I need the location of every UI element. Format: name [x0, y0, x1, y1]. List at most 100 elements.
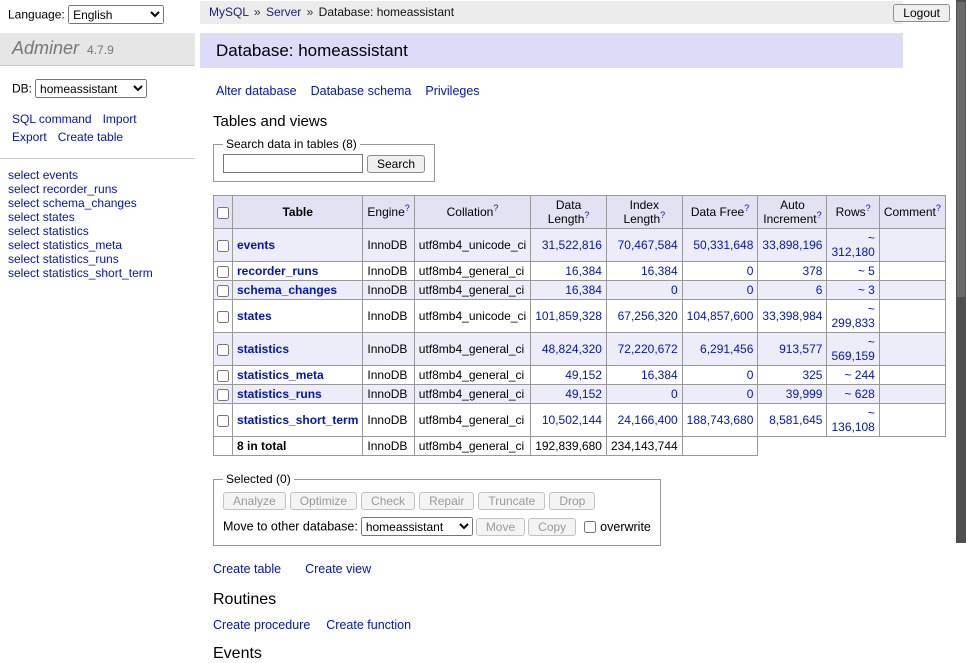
index-length-link[interactable]: 16,384 — [641, 264, 678, 278]
auto-increment-link[interactable]: 33,898,196 — [762, 238, 822, 252]
create-link[interactable]: Create view — [305, 562, 371, 576]
analyze-button[interactable]: Analyze — [223, 492, 286, 510]
copy-button[interactable]: Copy — [528, 518, 576, 536]
data-free-link[interactable]: 188,743,680 — [687, 413, 754, 427]
data-free-link[interactable]: 6,291,456 — [700, 342, 753, 356]
index-length-link[interactable]: 16,384 — [641, 368, 678, 382]
auto-increment-link[interactable]: 33,398,984 — [762, 309, 822, 323]
table-name-link[interactable]: statistics — [237, 342, 289, 356]
table-name-link[interactable]: events — [237, 238, 275, 252]
index-length-link[interactable]: 0 — [671, 283, 678, 297]
help-link[interactable]: ? — [405, 203, 410, 213]
truncate-button[interactable]: Truncate — [478, 492, 545, 510]
db-action-link[interactable]: Alter database — [216, 84, 297, 98]
create-link[interactable]: Create table — [213, 562, 281, 576]
auto-increment-link[interactable]: 6 — [816, 283, 823, 297]
db-action-link[interactable]: Privileges — [425, 84, 479, 98]
rows-link[interactable]: ~ 569,159 — [831, 335, 874, 363]
rows-link[interactable]: ~ 5 — [858, 264, 875, 278]
select-table-link[interactable]: select — [8, 266, 39, 280]
index-length-link[interactable]: 70,467,584 — [618, 238, 678, 252]
routine-link[interactable]: Create procedure — [213, 618, 310, 632]
help-link[interactable]: ? — [493, 203, 498, 213]
search-button[interactable]: Search — [367, 155, 425, 173]
adminer-logo-link[interactable]: Adminer — [12, 38, 79, 58]
routine-link[interactable]: Create function — [326, 618, 411, 632]
auto-increment-link[interactable]: 378 — [802, 264, 822, 278]
data-free-link[interactable]: 104,857,600 — [687, 309, 754, 323]
rows-link[interactable]: ~ 299,833 — [831, 302, 874, 330]
move-button[interactable]: Move — [476, 518, 525, 536]
table-structure-link[interactable]: states — [43, 210, 75, 224]
select-table-link[interactable]: select — [8, 210, 39, 224]
index-length-link[interactable]: 72,220,672 — [618, 342, 678, 356]
data-length-link[interactable]: 48,824,320 — [542, 342, 602, 356]
table-name-link[interactable]: statistics_short_term — [237, 413, 358, 427]
help-link[interactable]: ? — [817, 210, 822, 220]
auto-increment-link[interactable]: 39,999 — [786, 387, 823, 401]
breadcrumb-mysql-link[interactable]: MySQL — [209, 5, 249, 19]
help-link[interactable]: ? — [866, 203, 871, 213]
drop-button[interactable]: Drop — [549, 492, 595, 510]
rows-link[interactable]: ~ 312,180 — [831, 231, 874, 259]
rows-link[interactable]: ~ 136,108 — [831, 406, 874, 434]
table-structure-link[interactable]: schema_changes — [43, 196, 137, 210]
row-checkbox[interactable] — [217, 415, 229, 427]
rows-link[interactable]: ~ 244 — [844, 368, 874, 382]
row-checkbox[interactable] — [217, 311, 229, 323]
data-length-link[interactable]: 101,859,328 — [535, 309, 602, 323]
help-link[interactable]: ? — [660, 210, 665, 220]
repair-button[interactable]: Repair — [419, 492, 474, 510]
index-length-link[interactable]: 67,256,320 — [618, 309, 678, 323]
data-length-link[interactable]: 16,384 — [565, 283, 602, 297]
data-length-link[interactable]: 31,522,816 — [542, 238, 602, 252]
row-checkbox[interactable] — [217, 370, 229, 382]
table-structure-link[interactable]: events — [43, 168, 78, 182]
rows-link[interactable]: ~ 628 — [844, 387, 874, 401]
data-free-link[interactable]: 0 — [747, 264, 754, 278]
select-table-link[interactable]: select — [8, 252, 39, 266]
select-table-link[interactable]: select — [8, 168, 39, 182]
table-structure-link[interactable]: statistics_short_term — [43, 266, 153, 280]
move-db-select[interactable]: homeassistant — [361, 517, 473, 536]
db-action-link[interactable]: Database schema — [311, 84, 412, 98]
help-link[interactable]: ? — [584, 210, 589, 220]
table-structure-link[interactable]: statistics — [43, 224, 89, 238]
data-length-link[interactable]: 49,152 — [565, 368, 602, 382]
data-length-link[interactable]: 16,384 — [565, 264, 602, 278]
sql-command-link[interactable]: SQL command — [12, 112, 92, 126]
auto-increment-link[interactable]: 913,577 — [779, 342, 822, 356]
select-table-link[interactable]: select — [8, 182, 39, 196]
data-length-link[interactable]: 10,502,144 — [542, 413, 602, 427]
index-length-link[interactable]: 0 — [671, 387, 678, 401]
help-link[interactable]: ? — [744, 203, 749, 213]
row-checkbox[interactable] — [217, 285, 229, 297]
logout-button[interactable]: Logout — [893, 4, 950, 22]
overwrite-checkbox[interactable] — [584, 521, 596, 533]
data-length-link[interactable]: 49,152 — [565, 387, 602, 401]
scrollbar[interactable] — [956, 0, 966, 543]
row-checkbox[interactable] — [217, 266, 229, 278]
search-input[interactable] — [223, 154, 363, 173]
index-length-link[interactable]: 24,166,400 — [618, 413, 678, 427]
create-table-link[interactable]: Create table — [58, 130, 123, 144]
table-name-link[interactable]: states — [237, 309, 272, 323]
breadcrumb-server-link[interactable]: Server — [266, 5, 301, 19]
select-table-link[interactable]: select — [8, 238, 39, 252]
db-select[interactable]: homeassistant — [35, 79, 147, 98]
auto-increment-link[interactable]: 325 — [802, 368, 822, 382]
data-free-link[interactable]: 0 — [747, 283, 754, 297]
table-name-link[interactable]: recorder_runs — [237, 264, 318, 278]
auto-increment-link[interactable]: 8,581,645 — [769, 413, 822, 427]
table-name-link[interactable]: statistics_runs — [237, 387, 322, 401]
data-free-link[interactable]: 0 — [747, 368, 754, 382]
import-link[interactable]: Import — [103, 112, 137, 126]
rows-link[interactable]: ~ 3 — [858, 283, 875, 297]
data-free-link[interactable]: 50,331,648 — [693, 238, 753, 252]
select-table-link[interactable]: select — [8, 224, 39, 238]
table-structure-link[interactable]: statistics_meta — [43, 238, 122, 252]
select-all-checkbox[interactable] — [217, 207, 229, 219]
table-structure-link[interactable]: recorder_runs — [43, 182, 118, 196]
help-link[interactable]: ? — [936, 203, 941, 213]
data-free-link[interactable]: 0 — [747, 387, 754, 401]
